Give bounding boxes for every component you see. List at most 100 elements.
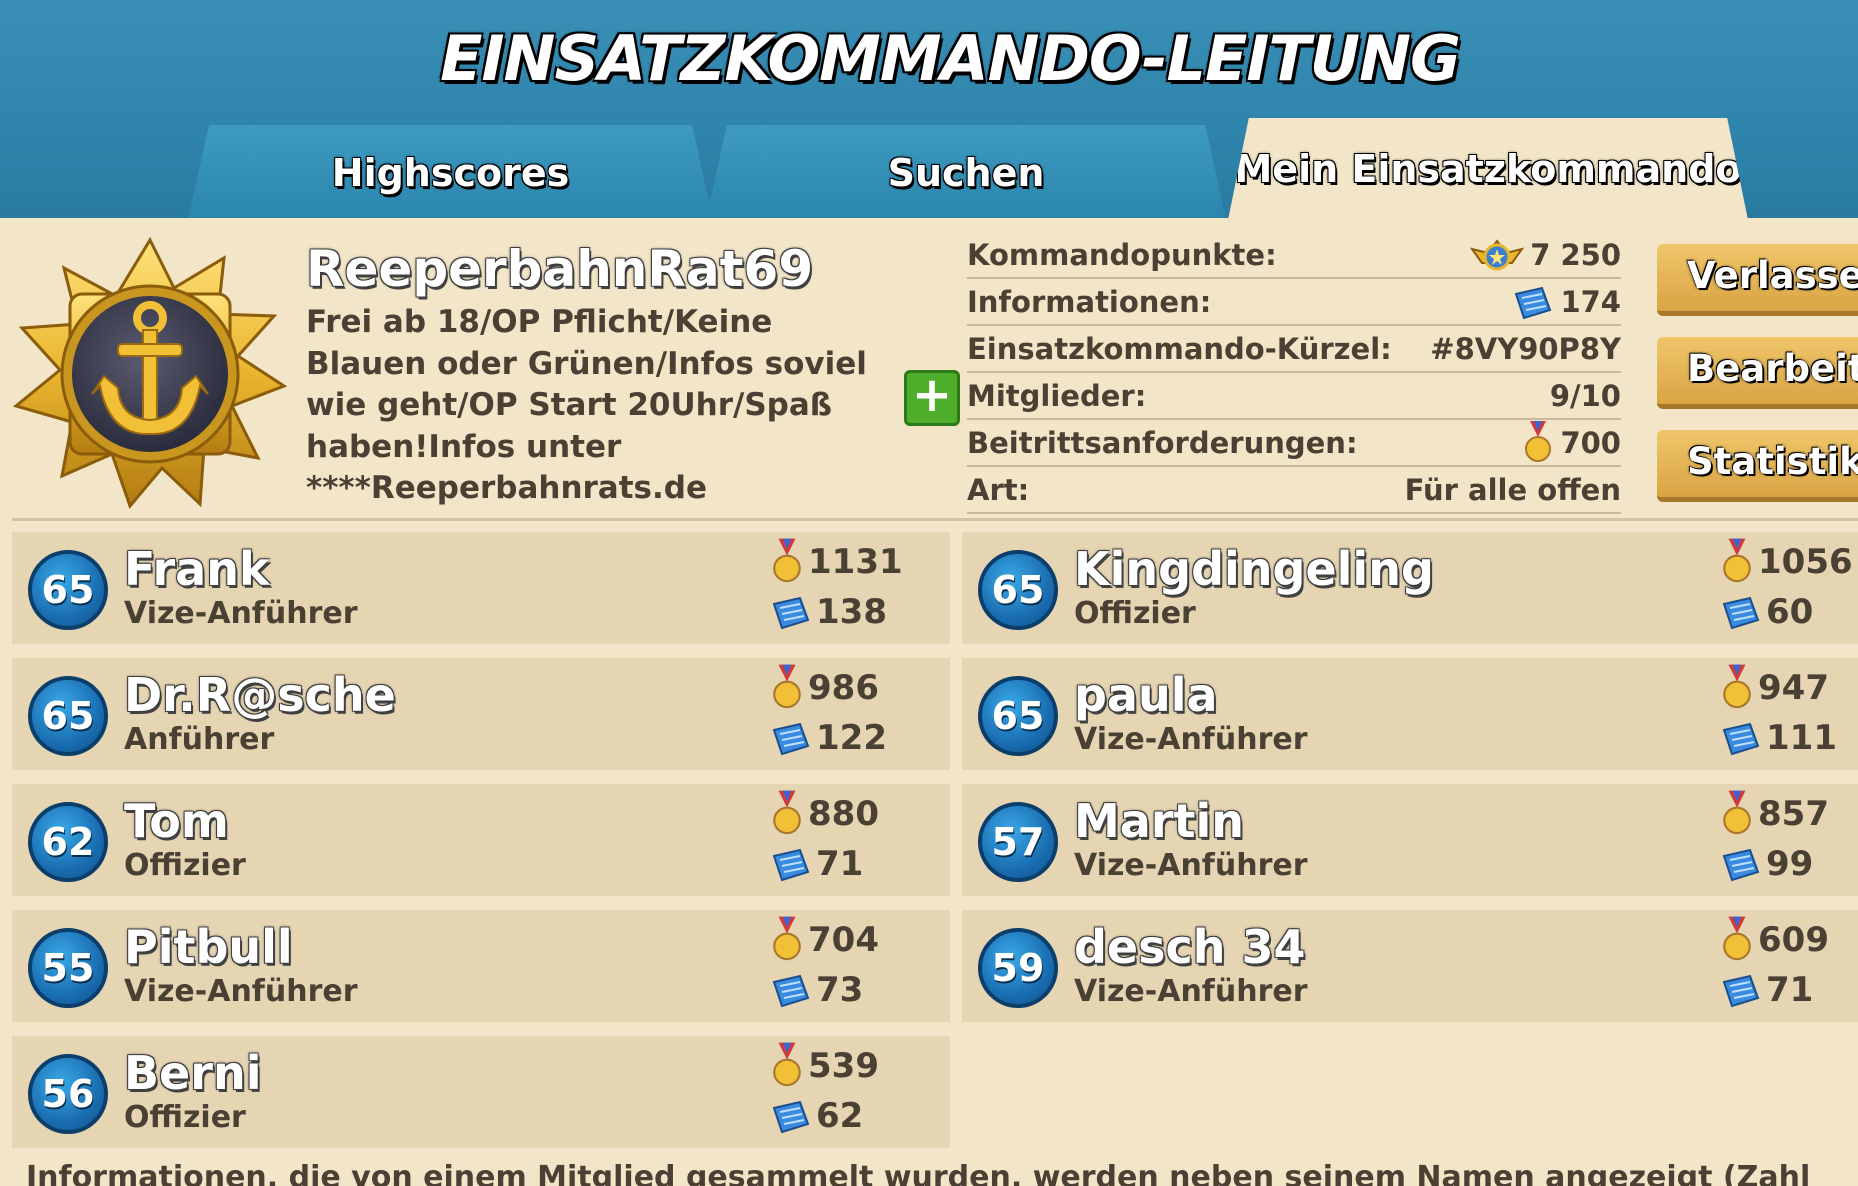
intel-icon xyxy=(1515,286,1552,319)
intel-icon xyxy=(1720,845,1762,883)
member-name: Martin xyxy=(1074,794,1245,848)
intel-icon xyxy=(770,1097,812,1135)
info-row-requirements: Beitrittsanforderungen: 700 xyxy=(967,420,1621,467)
member-card[interactable]: 57 Martin Vize-Anführer 857 99 xyxy=(962,784,1858,896)
info-label: Kommandopunkte: xyxy=(967,237,1277,272)
clan-emblem[interactable] xyxy=(12,236,288,512)
member-role: Vize-Anführer xyxy=(1074,974,1308,1009)
member-card[interactable]: 65 Frank Vize-Anführer 1131 138 xyxy=(12,532,950,644)
intel-icon xyxy=(770,719,812,757)
member-card[interactable]: 65 Kingdingeling Offizier 1056 60 xyxy=(962,532,1858,644)
info-value: 174 xyxy=(1560,284,1621,319)
info-label: Mitglieder: xyxy=(967,378,1147,413)
intel-icon xyxy=(1720,593,1762,631)
medal-count: 1056 xyxy=(1758,542,1853,582)
info-row-intel: Informationen: 174 xyxy=(967,279,1621,326)
info-value: #8VY90P8Y xyxy=(1430,331,1621,366)
intel-count: 122 xyxy=(816,718,887,758)
member-intel: 122 xyxy=(770,718,887,758)
level-badge: 65 xyxy=(28,550,108,630)
clan-description: Frei ab 18/OP Pflicht/Keine Blauen oder … xyxy=(306,302,886,510)
member-medals: 857 xyxy=(1720,790,1829,838)
leave-button[interactable]: Verlassen xyxy=(1657,244,1858,316)
member-card[interactable]: 55 Pitbull Vize-Anführer 704 73 xyxy=(12,910,950,1022)
info-label: Einsatzkommando-Kürzel: xyxy=(967,331,1392,366)
edit-button[interactable]: Bearbeiten xyxy=(1657,337,1858,409)
anchor-icon xyxy=(12,236,288,509)
page-title: EINSATZKOMMANDO-LEITUNG xyxy=(440,22,1461,95)
medal-icon xyxy=(1720,538,1754,586)
medal-count: 880 xyxy=(808,794,879,834)
intel-icon xyxy=(770,971,812,1009)
medal-icon xyxy=(770,538,804,586)
member-card[interactable]: 65 Dr.R@sche Anführer 986 122 xyxy=(12,658,950,770)
intel-icon xyxy=(1720,719,1762,757)
level-badge: 62 xyxy=(28,802,108,882)
medal-count: 1131 xyxy=(808,542,903,582)
member-card[interactable]: 56 Berni Offizier 539 62 xyxy=(12,1036,950,1148)
member-medals: 539 xyxy=(770,1042,879,1090)
medal-icon xyxy=(1720,790,1754,838)
medal-icon xyxy=(770,664,804,712)
divider xyxy=(12,518,1858,521)
invite-add-button[interactable]: + xyxy=(904,370,960,426)
member-medals: 986 xyxy=(770,664,879,712)
level-badge: 55 xyxy=(28,928,108,1008)
member-name: Frank xyxy=(124,542,270,596)
member-name: Dr.R@sche xyxy=(124,668,396,722)
member-role: Offizier xyxy=(124,1100,246,1135)
tab-search[interactable]: Suchen xyxy=(706,125,1226,220)
intel-count: 99 xyxy=(1766,844,1814,884)
clan-description-line: Frei ab 18/OP Pflicht/Keine xyxy=(306,304,773,340)
intel-count: 60 xyxy=(1766,592,1814,632)
level-badge: 57 xyxy=(978,802,1058,882)
member-intel: 73 xyxy=(770,970,863,1010)
member-medals: 880 xyxy=(770,790,879,838)
member-card[interactable]: 59 desch 34 Vize-Anführer 609 71 xyxy=(962,910,1858,1022)
medal-count: 857 xyxy=(1758,794,1829,834)
clan-description-line: wie geht/OP Start 20Uhr/Spaß xyxy=(306,387,833,424)
member-intel: 71 xyxy=(770,844,863,884)
tab-my-squad[interactable]: Mein Einsatzkommando xyxy=(1228,118,1748,220)
member-card[interactable]: 62 Tom Offizier 880 71 xyxy=(12,784,950,896)
intel-count: 71 xyxy=(1766,970,1814,1010)
intel-count: 73 xyxy=(816,970,864,1010)
level-badge: 59 xyxy=(978,928,1058,1008)
medal-icon xyxy=(770,1042,804,1090)
plus-icon: + xyxy=(911,367,953,423)
intel-icon xyxy=(770,593,812,631)
member-role: Offizier xyxy=(1074,596,1196,631)
info-label: Art: xyxy=(967,472,1030,507)
clan-description-line: Blauen oder Grünen/Infos soviel xyxy=(306,345,867,382)
medal-icon xyxy=(770,790,804,838)
member-medals: 704 xyxy=(770,916,879,964)
tab-highscores[interactable]: Highscores xyxy=(188,125,713,220)
info-row-tag: Einsatzkommando-Kürzel: #8VY90P8Y xyxy=(967,326,1621,373)
member-role: Offizier xyxy=(124,848,246,883)
member-role: Anführer xyxy=(124,722,275,757)
medal-icon xyxy=(770,916,804,964)
member-role: Vize-Anführer xyxy=(1074,848,1308,883)
intel-count: 71 xyxy=(816,844,864,884)
info-row-type: Art: Für alle offen xyxy=(967,467,1621,514)
member-medals: 1056 xyxy=(1720,538,1853,586)
tab-my-squad-label: Mein Einsatzkommando xyxy=(1234,147,1742,191)
clan-name: ReeperbahnRat69 xyxy=(306,240,814,298)
level-badge: 65 xyxy=(28,676,108,756)
info-value: Für alle offen xyxy=(1404,472,1621,507)
member-name: Pitbull xyxy=(124,920,293,974)
member-name: Tom xyxy=(124,794,229,848)
medal-count: 986 xyxy=(808,668,879,708)
medal-count: 539 xyxy=(808,1046,879,1086)
medal-count: 609 xyxy=(1758,920,1829,960)
member-card[interactable]: 65 paula Vize-Anführer 947 111 xyxy=(962,658,1858,770)
member-medals: 609 xyxy=(1720,916,1829,964)
info-label: Beitrittsanforderungen: xyxy=(967,425,1358,460)
member-medals: 947 xyxy=(1720,664,1829,712)
clan-description-line: ****Reeperbahnrats.de xyxy=(306,470,707,507)
stats-button[interactable]: Statistik xyxy=(1657,430,1858,502)
medal-icon xyxy=(1720,664,1754,712)
member-medals: 1131 xyxy=(770,538,903,586)
member-name: Berni xyxy=(124,1046,262,1100)
member-intel: 111 xyxy=(1720,718,1837,758)
